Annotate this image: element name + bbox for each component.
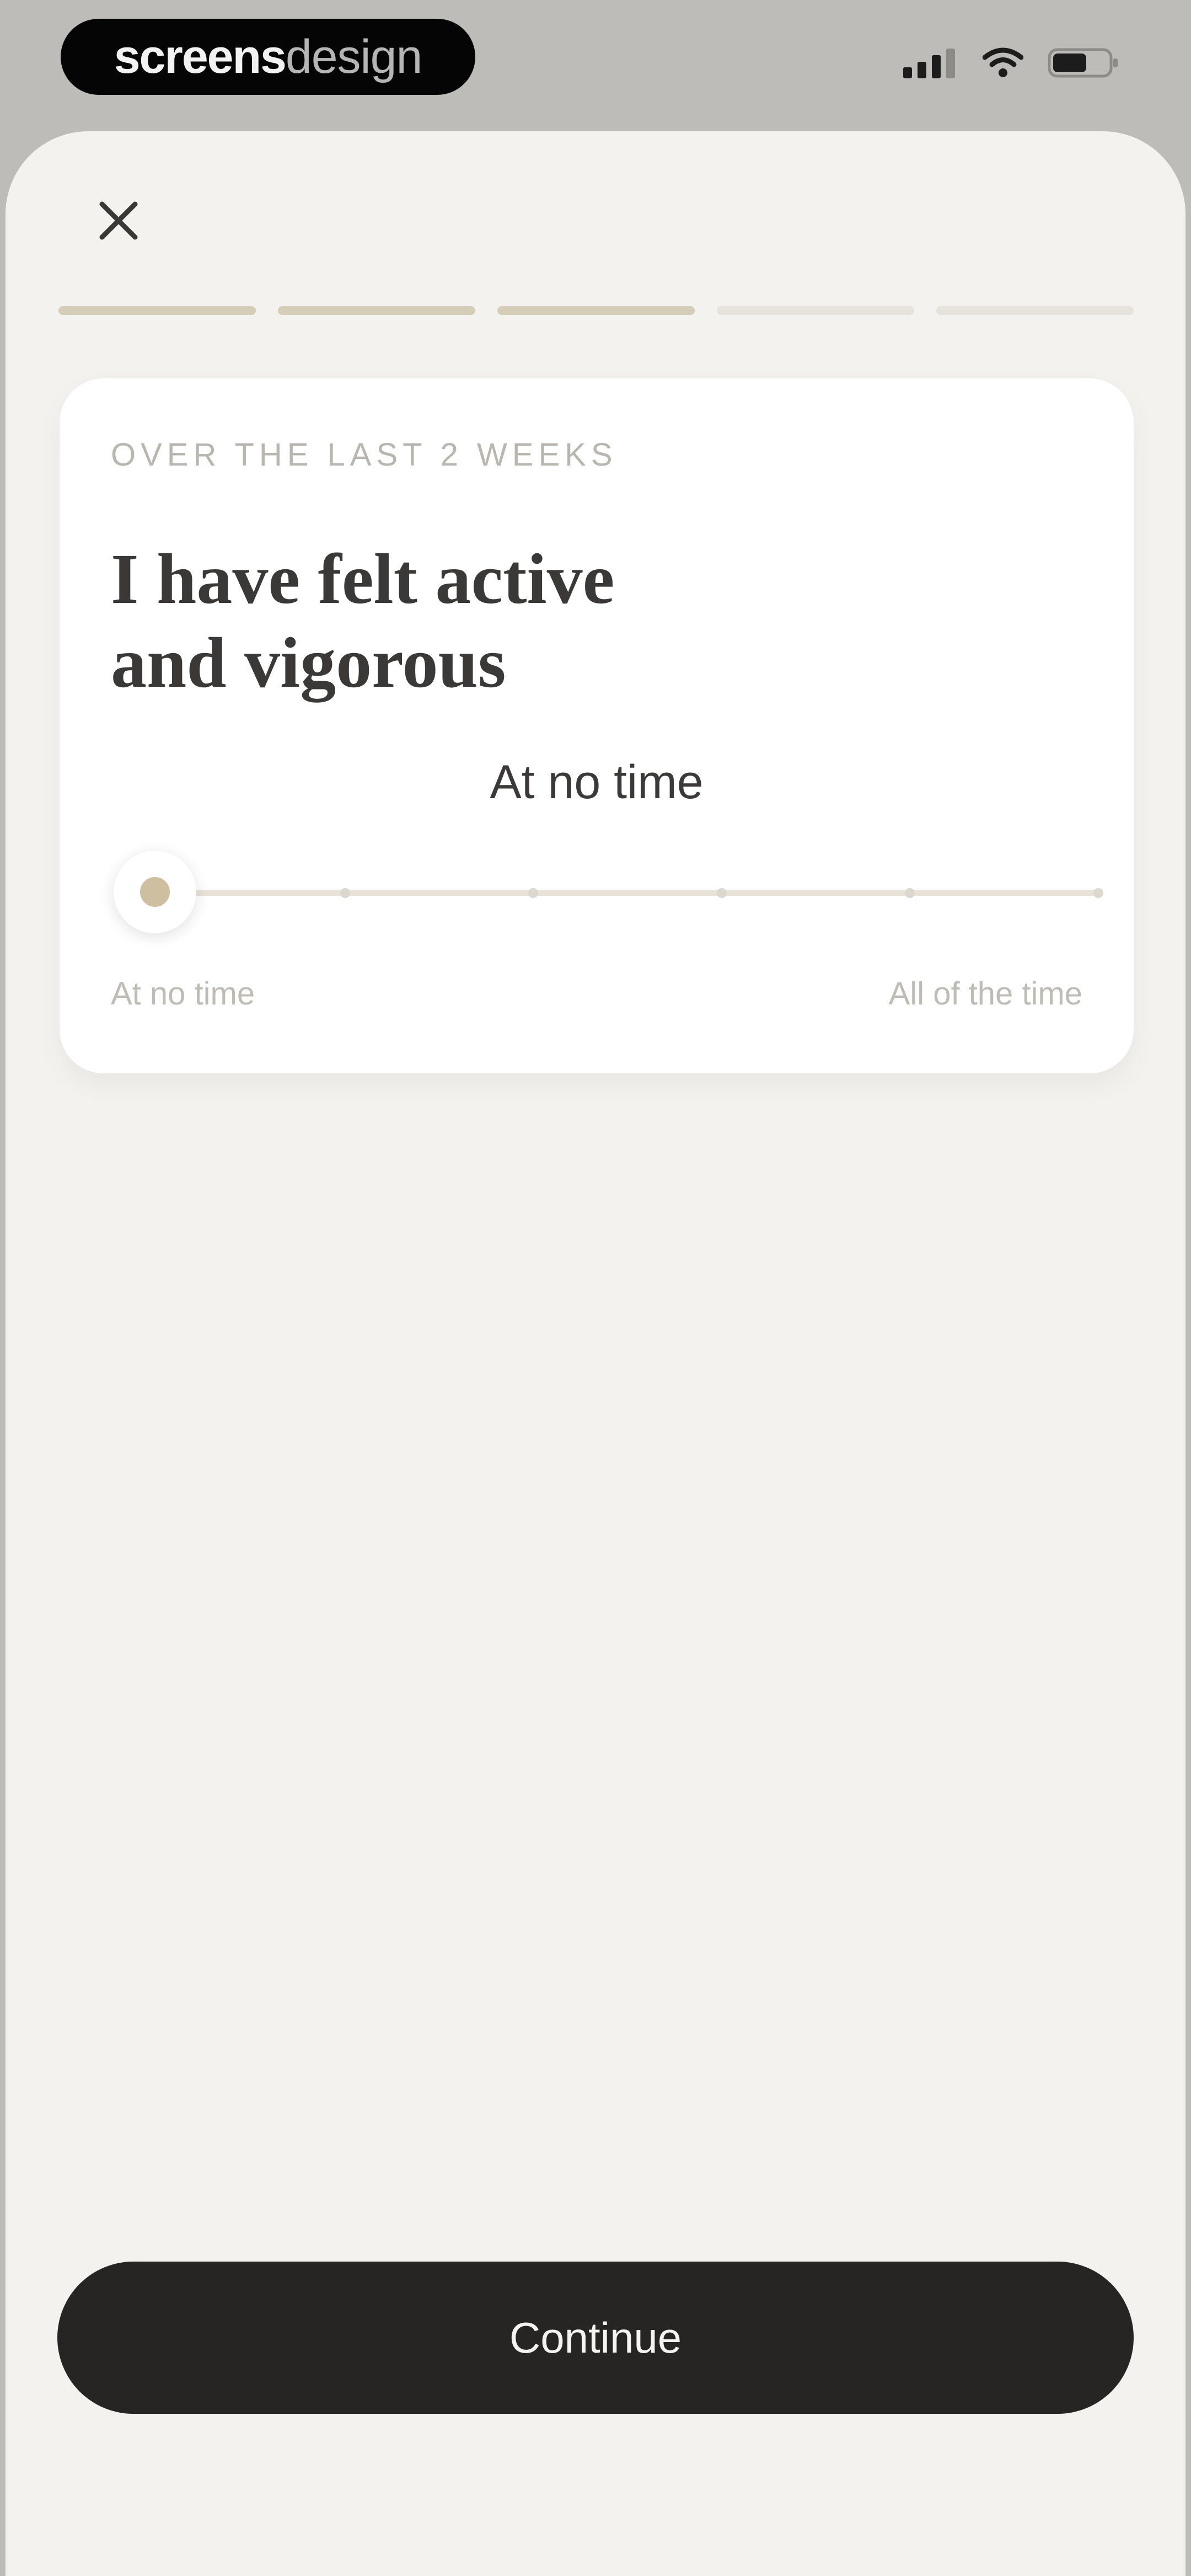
continue-button[interactable]: Continue [57, 2262, 1134, 2414]
brand-logo-light: design [285, 30, 422, 83]
scale-min-label: At no time [111, 976, 255, 1012]
step-progress-bar [58, 306, 1134, 315]
slider-step-tick[interactable] [340, 888, 350, 898]
progress-segment [717, 306, 914, 315]
progress-segment [497, 306, 695, 315]
progress-segment [936, 306, 1134, 315]
scale-max-label: All of the time [888, 976, 1082, 1012]
progress-segment [58, 306, 256, 315]
question-title-line-2: and vigorous [111, 623, 506, 703]
selected-answer: At no time [490, 756, 704, 809]
question-title: I have felt active and vigorous [111, 537, 828, 705]
brand-logo: screens design [61, 19, 475, 95]
battery-icon [1048, 48, 1118, 78]
brand-logo-bold: screens [114, 30, 287, 83]
slider-step-tick[interactable] [1093, 888, 1103, 898]
status-icons [903, 46, 1119, 79]
status-bar: screens design [0, 0, 1191, 132]
slider-thumb-dot [140, 877, 170, 907]
close-icon [99, 201, 138, 240]
close-button[interactable] [88, 190, 149, 251]
progress-segment [278, 306, 475, 315]
answer-slider-track[interactable] [157, 890, 1098, 896]
question-timeframe: OVER THE LAST 2 WEEKS [111, 437, 618, 473]
answer-slider-thumb[interactable] [114, 851, 196, 933]
slider-step-tick[interactable] [905, 888, 915, 898]
question-card: OVER THE LAST 2 WEEKS I have felt active… [60, 378, 1134, 1073]
slider-step-tick[interactable] [716, 888, 727, 898]
slider-step-tick[interactable] [528, 888, 539, 898]
wifi-icon [983, 47, 1023, 77]
cellular-signal-icon [903, 49, 955, 78]
question-title-line-1: I have felt active [111, 539, 615, 619]
